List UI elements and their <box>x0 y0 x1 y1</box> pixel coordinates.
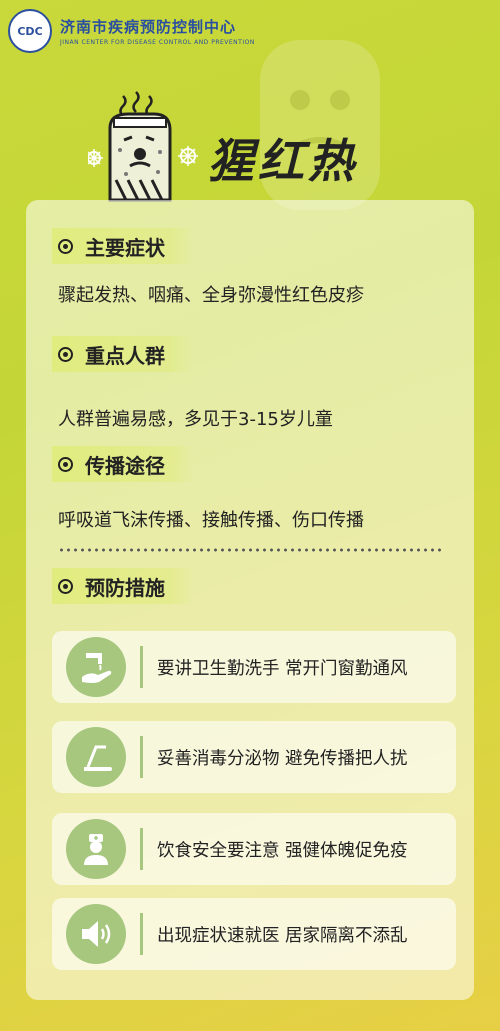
treadmill-icon <box>66 727 126 787</box>
prevention-item: 要讲卫生勤洗手 常开门窗勤通风 <box>52 631 456 703</box>
sick-mascot-icon <box>88 91 198 202</box>
section-body-population: 人群普遍易感，多见于3-15岁儿童 <box>58 409 333 430</box>
item-separator <box>140 646 143 688</box>
section-body-symptoms: 骤起发热、咽痛、全身弥漫性红色皮疹 <box>58 285 364 306</box>
section-title-population: 重点人群 <box>52 336 193 372</box>
doctor-icon <box>66 819 126 879</box>
bullet-circle-icon <box>58 456 73 472</box>
prevention-item: 出现症状速就医 居家隔离不添乱 <box>52 898 456 970</box>
header: CDC 济南市疾病预防控制中心 JINAN CENTER FOR DISEASE… <box>8 6 255 56</box>
item-separator <box>140 913 143 955</box>
prevention-item: 饮食安全要注意 强健体魄促免疫 <box>52 813 456 885</box>
dotted-divider <box>58 548 442 552</box>
prevention-text: 要讲卫生勤洗手 常开门窗勤通风 <box>157 658 408 679</box>
prevention-text: 饮食安全要注意 强健体魄促免疫 <box>157 840 408 861</box>
bullet-circle-icon <box>58 238 73 254</box>
item-separator <box>140 828 143 870</box>
section-title-text: 传播途径 <box>85 453 165 478</box>
item-separator <box>140 736 143 778</box>
logo-text: CDC <box>17 24 43 38</box>
hand-washing-icon <box>66 637 126 697</box>
prevention-text: 出现症状速就医 居家隔离不添乱 <box>157 925 408 946</box>
section-title-prevention: 预防措施 <box>52 568 193 604</box>
bullet-circle-icon <box>58 578 73 594</box>
bullet-circle-icon <box>58 346 73 362</box>
section-title-text: 主要症状 <box>85 235 165 260</box>
section-body-transmission: 呼吸道飞沫传播、接触传播、伤口传播 <box>58 510 364 531</box>
section-title-transmission: 传播途径 <box>52 446 193 482</box>
prevention-item: 妥善消毒分泌物 避免传播把人扰 <box>52 721 456 793</box>
speaker-icon <box>66 904 126 964</box>
section-title-text: 预防措施 <box>85 575 165 600</box>
prevention-text: 妥善消毒分泌物 避免传播把人扰 <box>157 748 408 769</box>
section-title-symptoms: 主要症状 <box>52 228 193 264</box>
cdc-logo: CDC <box>8 9 52 53</box>
section-title-text: 重点人群 <box>85 343 165 368</box>
page-title: 猩红热 <box>208 134 358 188</box>
